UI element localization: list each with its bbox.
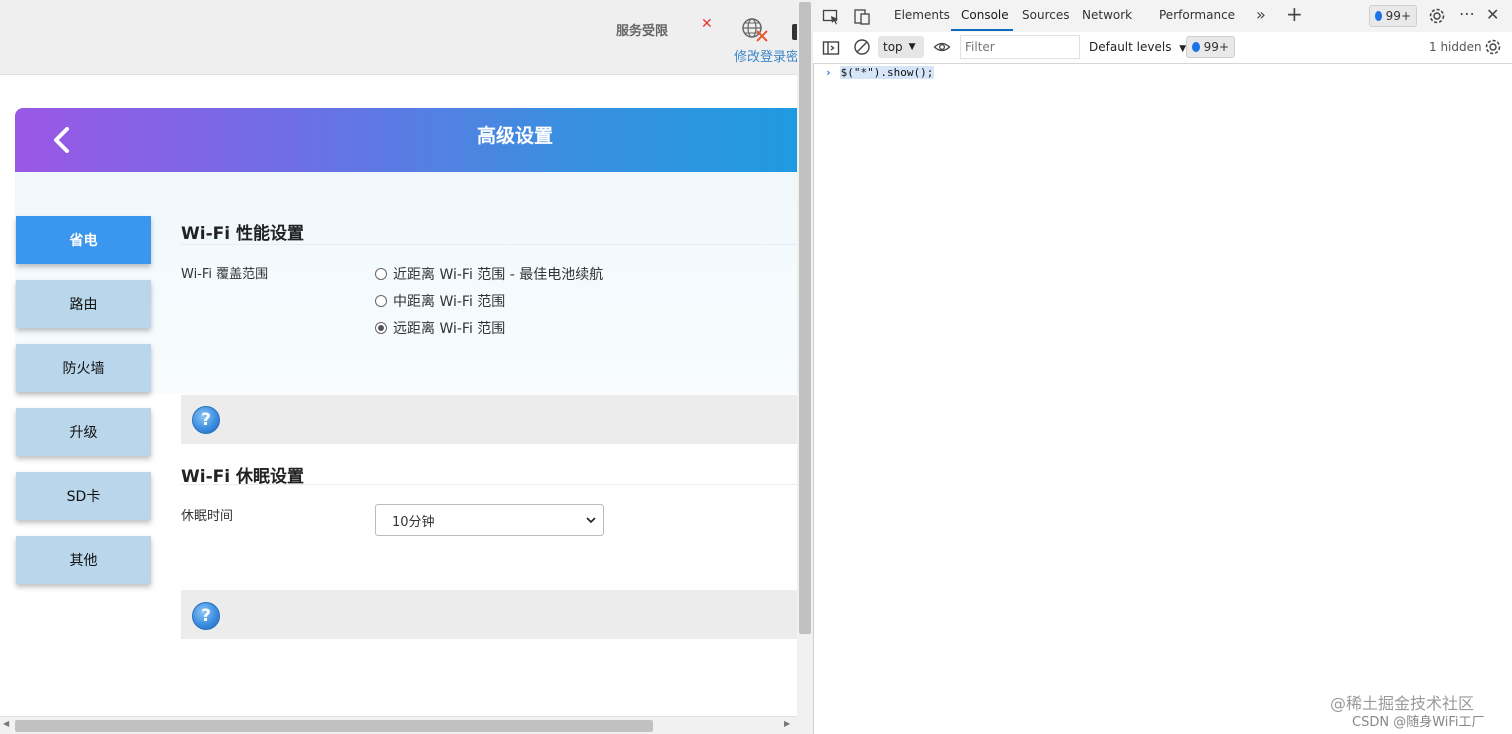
console-settings-gear-icon[interactable] — [1484, 38, 1502, 56]
scroll-right-icon[interactable]: ▶ — [784, 719, 790, 728]
sidebar-item-sd-card[interactable]: SD卡 — [16, 472, 151, 520]
chevron-down-icon — [586, 517, 596, 524]
log-levels-value: Default levels — [1089, 40, 1172, 54]
wifi-performance-title: Wi-Fi 性能设置 — [181, 224, 304, 244]
tab-sources[interactable]: Sources — [1022, 8, 1069, 22]
sidebar-item-other[interactable]: 其他 — [16, 536, 151, 584]
sidebar-item-power-saving[interactable]: 省电 — [16, 216, 151, 264]
watermark-credit: CSDN @随身WiFi工厂 — [1352, 715, 1485, 730]
tab-network[interactable]: Network — [1082, 8, 1132, 22]
tab-elements[interactable]: Elements — [894, 8, 950, 22]
add-tab-icon[interactable]: + — [1286, 2, 1303, 26]
globe-disconnected-icon — [742, 18, 768, 42]
change-login-password-link[interactable]: 修改登录密 — [734, 46, 797, 65]
more-tabs-icon[interactable]: » — [1256, 5, 1266, 24]
message-icon — [1375, 11, 1382, 21]
active-tab-indicator — [951, 29, 1013, 31]
prompt-chevron-icon: › — [825, 66, 832, 79]
context-value: top — [883, 40, 903, 54]
scroll-left-icon[interactable]: ◀ — [3, 719, 9, 728]
hidden-messages-count: 1 hidden — [1429, 40, 1482, 54]
radio-button[interactable] — [375, 295, 387, 307]
wifi-coverage-label: Wi-Fi 覆盖范围 — [181, 267, 269, 282]
inspect-element-icon[interactable] — [822, 8, 840, 26]
radio-button-checked[interactable] — [375, 322, 387, 334]
radio-button[interactable] — [375, 268, 387, 280]
service-status-text: 服务受限 — [616, 24, 669, 39]
help-bar — [181, 590, 797, 639]
router-admin-page: 服务受限 ✕ 修改登录密 高级设置 省电 路由 防火墙 升级 SD卡 其他 Wi… — [0, 0, 797, 734]
devtools-panel — [813, 0, 1512, 734]
eye-icon[interactable] — [933, 38, 951, 56]
sleep-time-select[interactable]: 10分钟 — [375, 504, 604, 536]
context-select[interactable]: top ▼ — [878, 36, 924, 58]
coverage-option-label: 近距离 Wi-Fi 范围 - 最佳电池续航 — [393, 267, 604, 283]
dropdown-arrow-icon: ▼ — [908, 42, 916, 52]
sleep-time-label: 休眠时间 — [181, 509, 234, 524]
section-divider — [181, 244, 797, 245]
issues-count: 99+ — [1203, 40, 1229, 54]
console-input-line[interactable]: › $("*").show(); — [825, 66, 935, 79]
section-divider — [181, 484, 797, 485]
device-toolbar-icon[interactable] — [853, 8, 871, 26]
close-icon: ✕ — [701, 16, 713, 32]
help-icon[interactable]: ? — [192, 602, 220, 630]
issues-badge[interactable]: 99+ — [1369, 5, 1417, 27]
sidebar-item-routing[interactable]: 路由 — [16, 280, 151, 328]
coverage-option-short[interactable]: 近距离 Wi-Fi 范围 - 最佳电池续航 — [375, 264, 603, 284]
sidebar-item-firewall[interactable]: 防火墙 — [16, 344, 151, 392]
coverage-option-label: 远距离 Wi-Fi 范围 — [393, 321, 506, 337]
filter-placeholder: Filter — [965, 40, 995, 54]
issues-badge-toolbar[interactable]: 99+ — [1186, 36, 1235, 58]
sidebar-toggle-icon[interactable] — [822, 39, 840, 57]
tab-performance[interactable]: Performance — [1159, 8, 1235, 22]
issues-count: 99+ — [1385, 9, 1411, 23]
filter-input[interactable]: Filter — [960, 35, 1080, 59]
close-devtools-icon[interactable]: ✕ — [1486, 5, 1499, 24]
message-icon — [1192, 42, 1200, 52]
clear-console-icon[interactable] — [853, 38, 871, 56]
sidebar-item-upgrade[interactable]: 升级 — [16, 408, 151, 456]
gear-icon[interactable] — [1428, 7, 1446, 25]
help-bar — [181, 395, 797, 444]
console-input-text: $("*").show(); — [839, 66, 935, 79]
vertical-scrollbar-thumb[interactable] — [799, 2, 811, 634]
horizontal-scrollbar-thumb[interactable] — [15, 720, 653, 732]
coverage-option-label: 中距离 Wi-Fi 范围 — [393, 294, 506, 310]
help-icon[interactable]: ? — [192, 406, 220, 434]
top-status-bar — [0, 0, 797, 75]
tab-console[interactable]: Console — [961, 8, 1009, 22]
page-title: 高级设置 — [476, 125, 553, 147]
sleep-time-value: 10分钟 — [392, 514, 435, 530]
coverage-option-long[interactable]: 远距离 Wi-Fi 范围 — [375, 318, 505, 338]
log-levels-select[interactable]: Default levels ▼ — [1089, 40, 1186, 54]
more-options-icon[interactable]: ⋯ — [1459, 4, 1476, 23]
coverage-option-medium[interactable]: 中距离 Wi-Fi 范围 — [375, 291, 505, 311]
